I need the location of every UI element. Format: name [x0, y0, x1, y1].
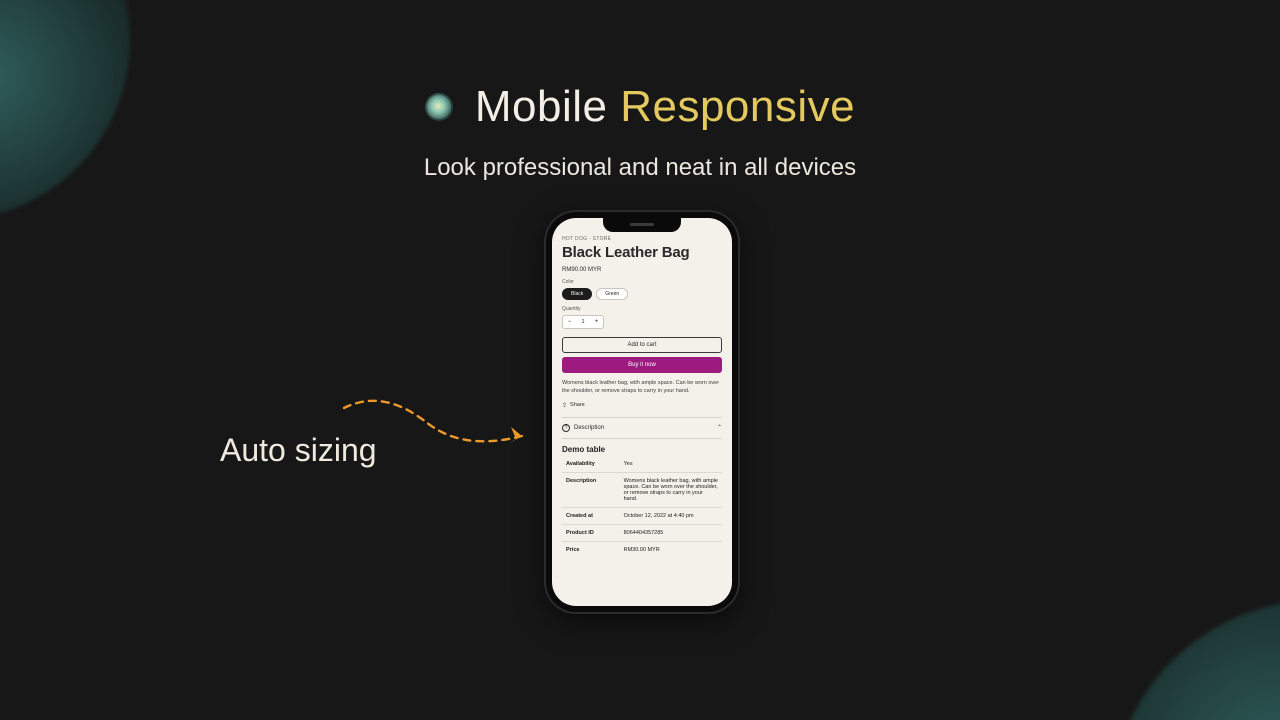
- question-icon: ?: [562, 424, 570, 432]
- breadcrumb: HOT DOG · STORE: [562, 236, 722, 242]
- table-label: Created at: [562, 507, 620, 524]
- bullet-icon: [425, 93, 453, 121]
- table-row: Description Womens black leather bag, wi…: [562, 472, 722, 507]
- table-row: Product ID 8064404357285: [562, 524, 722, 541]
- table-value: 8064404357285: [620, 524, 722, 541]
- color-swatch-green[interactable]: Green: [596, 288, 628, 300]
- page-subtitle: Look professional and neat in all device…: [0, 154, 1280, 182]
- page-title-part2: Responsive: [620, 82, 855, 131]
- buy-now-button[interactable]: Buy it now: [562, 357, 722, 373]
- share-label: Share: [570, 402, 585, 408]
- hero-header: Mobile Responsive Look professional and …: [0, 82, 1280, 182]
- quantity-label: Quantity: [562, 306, 722, 312]
- color-swatch-group: Black Green: [562, 288, 722, 300]
- share-button[interactable]: ⇪ Share: [562, 402, 722, 409]
- arrow-icon: [340, 392, 540, 462]
- page-title-part1: Mobile: [475, 82, 608, 131]
- table-value: Yes: [620, 456, 722, 473]
- demo-table: Availability Yes Description Womens blac…: [562, 456, 722, 558]
- table-row: Created at October 12, 2022 at 4:40 pm: [562, 507, 722, 524]
- table-label: Price: [562, 541, 620, 558]
- table-value: October 12, 2022 at 4:40 pm: [620, 507, 722, 524]
- page-title: Mobile Responsive: [475, 82, 855, 132]
- product-description: Womens black leather bag, with ample spa…: [562, 379, 722, 396]
- table-value: Womens black leather bag, with ample spa…: [620, 472, 722, 507]
- description-accordion[interactable]: ? Description ⌃: [562, 417, 722, 439]
- table-value: RM30.00 MYR: [620, 541, 722, 558]
- chevron-up-icon: ⌃: [717, 424, 722, 431]
- table-label: Description: [562, 472, 620, 507]
- table-label: Product ID: [562, 524, 620, 541]
- phone-notch: [603, 218, 681, 232]
- table-row: Availability Yes: [562, 456, 722, 473]
- table-caption: Demo table: [562, 445, 722, 454]
- product-title: Black Leather Bag: [562, 244, 722, 261]
- color-label: Color: [562, 279, 722, 285]
- quantity-increment-button[interactable]: +: [590, 316, 603, 328]
- phone-screen: HOT DOG · STORE Black Leather Bag RM90.0…: [552, 218, 732, 606]
- share-icon: ⇪: [562, 402, 567, 409]
- phone-frame: HOT DOG · STORE Black Leather Bag RM90.0…: [544, 210, 740, 614]
- background-blob-bottom-right: [1110, 600, 1280, 720]
- table-label: Availability: [562, 456, 620, 473]
- table-row: Price RM30.00 MYR: [562, 541, 722, 558]
- quantity-stepper: − 1 +: [562, 315, 604, 329]
- quantity-decrement-button[interactable]: −: [563, 316, 576, 328]
- accordion-label: Description: [574, 425, 604, 431]
- quantity-value: 1: [576, 319, 590, 325]
- color-swatch-black[interactable]: Black: [562, 288, 592, 300]
- product-price: RM90.00 MYR: [562, 267, 722, 273]
- add-to-cart-button[interactable]: Add to cart: [562, 337, 722, 353]
